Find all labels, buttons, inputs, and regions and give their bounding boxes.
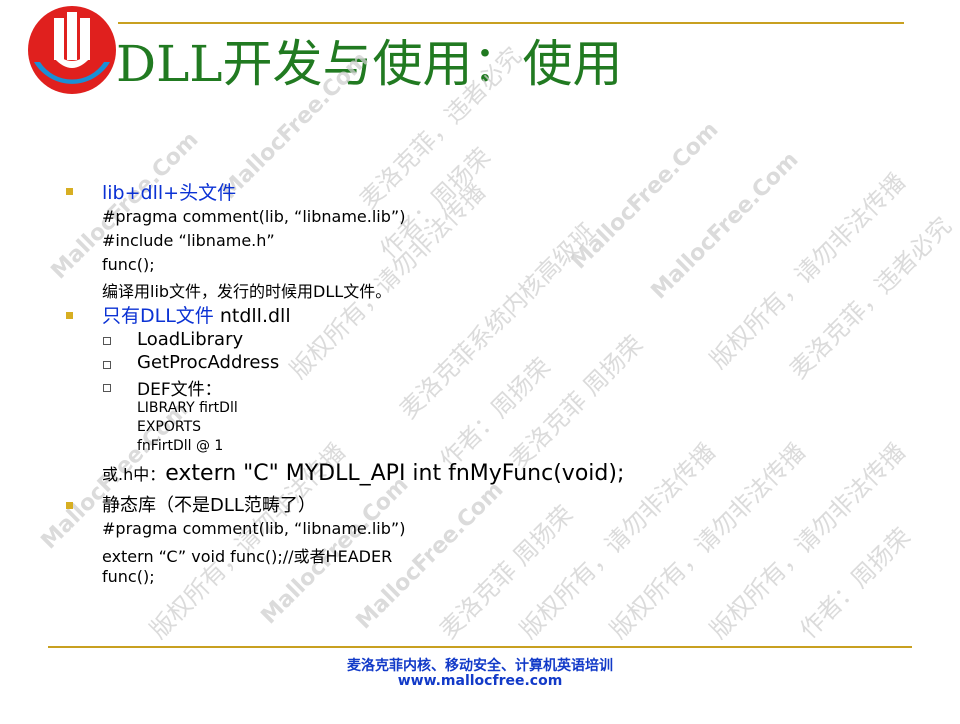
item2-heading-black: ntdll.dll <box>213 305 291 327</box>
hollow-bullet-icon <box>103 384 111 392</box>
item2-subitem: DEF文件： <box>137 380 222 400</box>
slide-body: lib+dll+头文件 #pragma comment(lib, “libnam… <box>0 0 960 720</box>
footer-url[interactable]: www.mallocfree.com <box>0 673 960 689</box>
footer-tagline: 麦洛克菲内核、移动安全、计算机英语培训 <box>347 658 613 674</box>
item1-line: func(); <box>102 255 155 274</box>
hollow-bullet-icon <box>103 361 111 369</box>
item1-line: #include “libname.h” <box>102 231 275 250</box>
bullet-icon <box>66 188 73 195</box>
item3-heading: 静态库（不是DLL范畴了） <box>102 495 316 516</box>
item3-line: func(); <box>102 567 155 586</box>
bullet-icon <box>66 312 73 319</box>
note-prefix: 或.h中： <box>102 465 166 484</box>
note-code: extern "C" MYDLL_API int fnMyFunc(void); <box>165 461 625 486</box>
def-line: EXPORTS <box>137 419 202 435</box>
hollow-bullet-icon <box>103 337 111 345</box>
item2-subitem: LoadLibrary <box>137 329 244 350</box>
item2-note: 或.h中：extern "C" MYDLL_API int fnMyFunc(v… <box>102 461 624 486</box>
def-line: LIBRARY firtDll <box>137 400 238 416</box>
bottom-rule <box>48 646 912 648</box>
item1-line: #pragma comment(lib, “libname.lib”) <box>102 207 406 226</box>
item2-subitem: GetProcAddress <box>137 352 280 373</box>
def-line: fnFirtDll @ 1 <box>137 438 224 454</box>
item3-line: extern “C” void func();//或者HEADER <box>102 547 393 566</box>
item2-heading-blue: 只有DLL文件 <box>102 305 214 327</box>
item2-heading: 只有DLL文件 ntdll.dll <box>102 301 291 328</box>
item1-line: 编译用lib文件，发行的时候用DLL文件。 <box>102 282 392 301</box>
item1-heading: lib+dll+头文件 <box>102 182 237 204</box>
bullet-icon <box>66 502 73 509</box>
item3-line: #pragma comment(lib, “libname.lib”) <box>102 519 406 538</box>
